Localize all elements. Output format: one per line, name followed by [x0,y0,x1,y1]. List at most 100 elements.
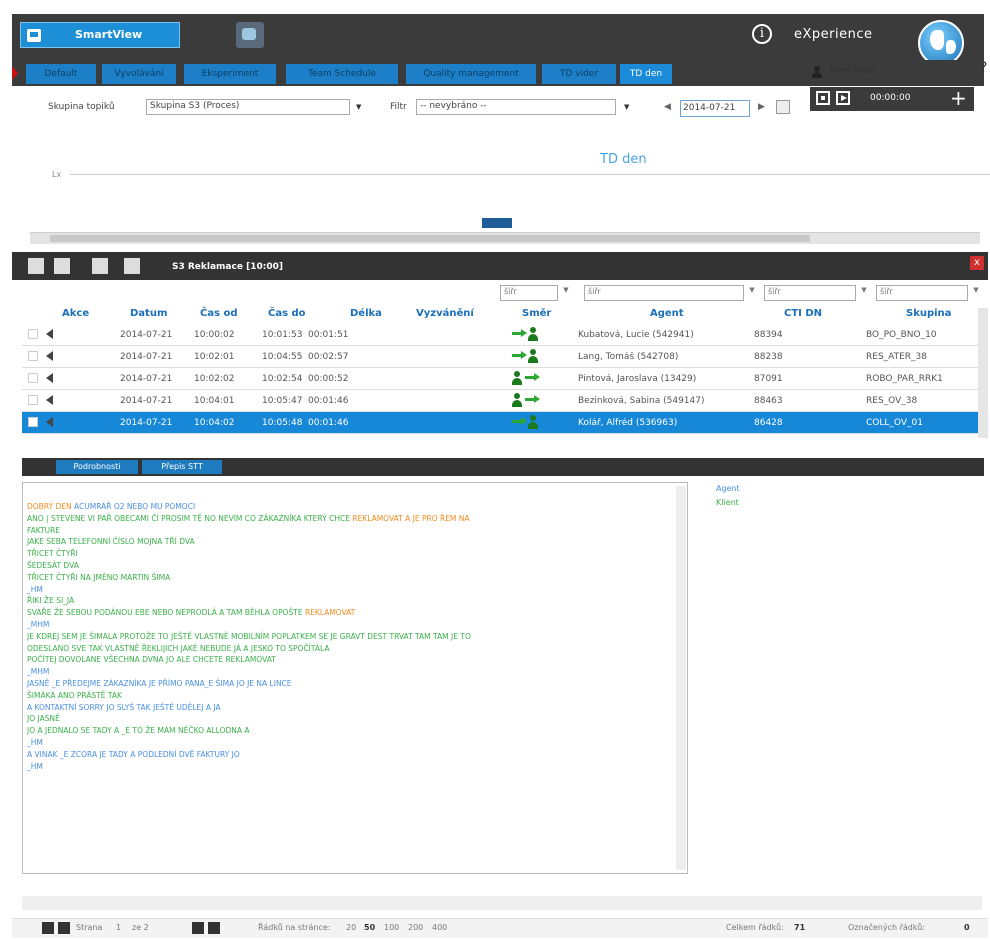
page-number[interactable]: 1 [116,923,121,932]
table-row[interactable]: 2014-07-21 10:00:02 10:01:53 00:01:51 Kubato… [22,324,982,346]
table-row[interactable]: 2014-07-21 10:02:02 10:02:54 00:00:52 Pintov… [22,368,982,390]
transcript-line: A KONTAKTNÍ SORRY JO SLYŠ TAK JEŠTĚ UDĚL… [27,702,221,712]
col-akce[interactable]: Akce [62,308,89,319]
topic-chevron-down-icon[interactable]: ▼ [356,103,361,111]
col-smer[interactable]: Směr [522,308,551,319]
rows-option-100[interactable]: 100 [384,923,399,932]
tab-td-vider[interactable]: TD vider [542,64,616,84]
row-checkbox[interactable] [28,395,38,405]
chevron-down-icon[interactable]: ▼ [559,286,573,300]
rows-option-50[interactable]: 50 [364,923,375,932]
tab-prepis-stt[interactable]: Přepis STT [142,460,222,474]
tab-podrobnosti[interactable]: Podrobnosti [56,460,138,474]
chart-scroll-thumb[interactable] [50,235,810,242]
monitor-icon [27,29,41,42]
transcript-line: JO JASNĚ [27,714,60,724]
incoming-call-icon [508,415,542,431]
media-bar: 00:00:00 + [810,87,974,111]
chevron-down-icon[interactable]: ▼ [745,286,759,300]
stop-icon[interactable] [816,91,830,105]
next-page-icon[interactable] [192,922,204,934]
close-icon[interactable]: x [970,256,984,270]
tab-quality-management[interactable]: Quality management [406,64,536,84]
filter-cti-input[interactable]: šířr ▼ [764,285,867,301]
play-recording-icon[interactable] [46,417,53,427]
total-label: Celkem řádků: [726,923,784,932]
first-page-icon[interactable] [42,922,54,934]
rows-option-200[interactable]: 200 [408,923,423,932]
play-recording-icon[interactable] [46,351,53,361]
col-cas-do[interactable]: Čas do [268,308,306,319]
tab-team-schedule[interactable]: Team Schedule [286,64,398,84]
col-delka[interactable]: Délka [350,308,382,319]
plus-icon[interactable]: + [950,87,967,109]
play-icon[interactable] [836,91,850,105]
prev-date-icon[interactable]: ◀ [664,102,671,112]
user-name[interactable]: Leoš Šeidl [830,66,875,76]
row-checkbox[interactable] [28,329,38,339]
col-skupina[interactable]: Skupina [906,308,951,319]
chart-bar[interactable] [482,218,512,228]
play-recording-icon[interactable] [46,395,53,405]
detail-scrollbar[interactable] [22,896,982,910]
prev-page-icon[interactable] [58,922,70,934]
date-input[interactable]: 2014-07-21 [680,100,750,117]
tab-td-den[interactable]: TD den [620,64,672,84]
chat-app-icon[interactable] [236,22,264,48]
cell-skupina: COLL_OV_01 [866,418,923,428]
last-page-icon[interactable] [208,922,220,934]
rows-option-400[interactable]: 400 [432,923,447,932]
transcript-line: JE KDREJ SEM JE ŠIMALA PROTOŽE TO JEŠTĚ … [27,631,471,641]
user-icon [812,66,822,78]
transcript-line: _HM [27,761,43,771]
transcript-line: SVAŘE ŽE SEBOU PODÁNOU EBE NEBO NEPRODLÁ… [27,608,356,618]
col-datum[interactable]: Datum [130,308,167,319]
page-label: Strana [76,923,103,932]
row-checkbox[interactable] [28,373,38,383]
col-cti-dn[interactable]: CTI DN [784,308,822,319]
filter-agent-input[interactable]: šířr ▼ [584,285,755,301]
tab-vyvolavani[interactable]: Vyvolávání [102,64,176,84]
chart-scrollbar[interactable] [30,232,980,244]
cell-datum: 2014-07-21 [120,352,173,362]
transcript-line: JAKE SEBA TELEFONNÍ ČÍSLO MOJNA TŘÍ DVA [27,537,195,547]
col-cas-od[interactable]: Čas od [200,308,238,319]
cell-cas-od: 10:02:01 [194,352,235,362]
table-row[interactable]: 2014-07-21 10:04:01 10:05:47 00:01:46 Bezink… [22,390,982,412]
table-scrollbar[interactable] [978,308,988,438]
tab-default[interactable]: Default [26,64,96,84]
col-agent[interactable]: Agent [650,308,684,319]
filter-smer-input[interactable]: šířr ▼ [500,285,569,301]
chevron-down-icon[interactable]: ▼ [969,286,983,300]
topic-select[interactable]: Skupina S3 (Proces) [146,99,350,115]
transcript-line: ŠEDESÁT DVA [27,560,79,570]
refresh-icon[interactable] [28,258,44,274]
table-row[interactable]: 2014-07-21 10:04:02 10:05:48 00:01:46 Kolář,… [22,412,982,434]
table-row[interactable]: 2014-07-21 10:02:01 10:04:55 00:02:57 Lang, … [22,346,982,368]
play-recording-icon[interactable] [46,373,53,383]
filter-icon[interactable] [54,258,70,274]
calendar-icon[interactable] [776,100,790,114]
smartview-button[interactable]: SmartView [20,22,180,48]
tab-eksperiment[interactable]: Eksperiment [184,64,276,84]
chart-baseline [70,174,990,175]
play-recording-icon[interactable] [46,329,53,339]
next-date-icon[interactable]: ▶ [758,102,765,112]
cell-cas-do: 10:05:47 [262,396,303,406]
filter-skupina-input[interactable]: šířr ▼ [876,285,979,301]
info-icon[interactable]: i [752,24,772,44]
download-icon[interactable] [92,258,108,274]
help-icon[interactable]: ? [980,60,987,76]
transcript-scrollbar[interactable] [676,486,686,870]
grid-settings-icon[interactable] [124,258,140,274]
filter-select[interactable]: -- nevybráno -- [416,99,616,115]
cell-skupina: RES_ATER_38 [866,352,928,362]
col-vyzvaneni[interactable]: Vyzvánění [416,308,474,319]
transcript-panel[interactable]: DOBRÝ DEN ACUMRÁŘ O2 NEBO MU POMOCI ANO |… [22,482,688,874]
filter-chevron-down-icon[interactable]: ▼ [624,103,629,111]
cell-delka: 00:01:46 [308,418,349,428]
chevron-down-icon[interactable]: ▼ [857,286,871,300]
row-checkbox[interactable] [28,351,38,361]
rows-option-20[interactable]: 20 [346,923,356,932]
row-checkbox[interactable] [28,417,38,427]
